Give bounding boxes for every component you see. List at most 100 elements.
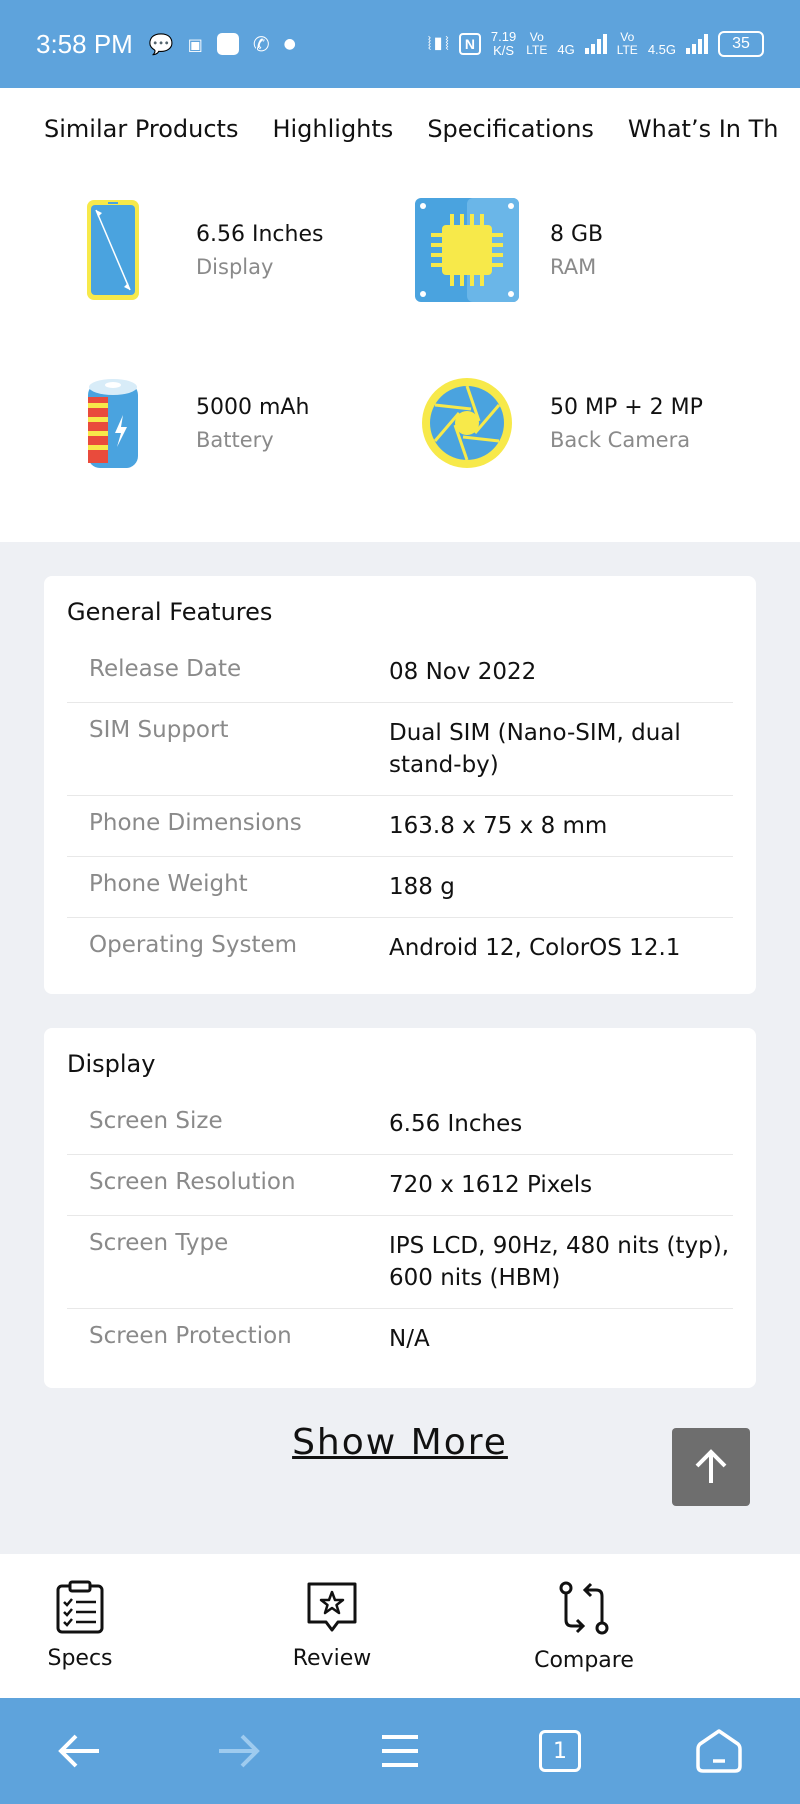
show-more-link[interactable]: Show More — [292, 1422, 508, 1463]
spec-value: IPS LCD, 90Hz, 480 nits (typ), 600 nits … — [389, 1233, 730, 1291]
spec-value: Dual SIM (Nano-SIM, dual stand-by) — [389, 720, 681, 778]
dot-icon: ● — [283, 36, 296, 52]
menu-button[interactable] — [375, 1726, 425, 1776]
spec-value: Android 12, ColorOS 12.1 — [389, 935, 681, 961]
camera-aperture-icon — [412, 368, 522, 478]
sim1-bottom: LTE — [526, 43, 548, 57]
table-row: Operating System Android 12, ColorOS 12.… — [67, 918, 733, 978]
spec-value: 6.56 Inches — [389, 1111, 523, 1137]
display-card: Display Screen Size 6.56 Inches Screen R… — [44, 1028, 756, 1388]
square-app-icon — [216, 33, 239, 55]
chat-icon: 💬 — [148, 32, 174, 56]
sim1-label: Vo LTE — [526, 31, 547, 57]
spec-key: Release Date — [89, 656, 242, 682]
bottom-tab-specs[interactable]: Specs — [10, 1580, 150, 1671]
signal-bars-1-icon — [584, 34, 607, 54]
highlight-label: Battery — [196, 427, 274, 452]
home-button[interactable] — [694, 1726, 744, 1776]
highlight-label: Display — [196, 254, 274, 279]
highlight-display: 6.56 Inches Display — [58, 195, 323, 305]
app-notification-icon: ▣ — [187, 34, 203, 54]
status-time: 3:58 PM — [36, 28, 133, 59]
bottom-tab-label: Review — [292, 1646, 372, 1671]
ram-chip-icon — [412, 195, 522, 305]
spec-value: 163.8 x 75 x 8 mm — [389, 813, 608, 839]
spec-value: 08 Nov 2022 — [389, 659, 537, 685]
back-button[interactable] — [54, 1726, 104, 1776]
forward-button[interactable] — [214, 1726, 264, 1776]
bottom-tab-label: Compare — [534, 1648, 634, 1673]
compare-arrows-icon — [559, 1581, 609, 1635]
status-right: ⦚▮⦚ N 7.19 K/S Vo LTE 4G Vo LTE 4.5G 35 — [428, 30, 764, 58]
tab-similar-products[interactable]: Similar Products — [44, 115, 238, 143]
highlight-battery: 5000 mAh Battery — [58, 368, 309, 478]
tab-count-icon: 1 — [539, 1730, 581, 1772]
spec-key: Operating System — [89, 932, 298, 958]
highlight-ram: 8 GB RAM — [412, 195, 603, 305]
sim2-gen: 4.5G — [647, 42, 676, 57]
card-title: General Features — [67, 598, 273, 626]
arrow-right-icon — [219, 1734, 260, 1768]
spec-key: Phone Weight — [89, 871, 248, 897]
browser-nav-bar: 1 — [0, 1698, 800, 1804]
battery-indicator: 35 — [718, 31, 764, 57]
bottom-tab-label: Specs — [47, 1646, 113, 1671]
bottom-tab-review[interactable]: Review — [262, 1580, 402, 1671]
tabs-button[interactable]: 1 — [535, 1726, 585, 1776]
spec-value: N/A — [389, 1326, 430, 1352]
table-row: Screen Protection N/A — [67, 1309, 733, 1369]
speed-unit: K/S — [493, 43, 515, 58]
table-row: Screen Size 6.56 Inches — [67, 1094, 733, 1155]
table-row: Phone Dimensions 163.8 x 75 x 8 mm — [67, 796, 733, 857]
sim2-label: Vo LTE — [617, 31, 638, 57]
arrow-up-icon — [695, 1449, 727, 1483]
spec-key: SIM Support — [89, 717, 229, 743]
bottom-tab-compare[interactable]: Compare — [514, 1580, 654, 1673]
spec-value: 188 g — [389, 874, 455, 900]
highlights-panel: 6.56 Inches Display 8 GB RAM 5000 mAh Ba… — [0, 170, 800, 542]
highlight-camera: 50 MP + 2 MP Back Camera — [412, 368, 703, 478]
nfc-icon: N — [458, 33, 481, 55]
highlight-label: RAM — [550, 254, 597, 279]
star-message-icon — [307, 1582, 357, 1632]
highlight-value: 6.56 Inches — [196, 221, 324, 247]
highlight-value: 50 MP + 2 MP — [550, 394, 703, 420]
tab-count: 1 — [553, 1738, 567, 1764]
tab-specifications[interactable]: Specifications — [427, 115, 594, 143]
battery-icon — [58, 368, 168, 478]
vibrate-icon: ⦚▮⦚ — [427, 33, 449, 54]
phone-display-icon — [58, 195, 168, 305]
table-row: Release Date 08 Nov 2022 — [67, 642, 733, 703]
table-row: Screen Type IPS LCD, 90Hz, 480 nits (typ… — [67, 1216, 733, 1309]
spec-key: Phone Dimensions — [89, 810, 302, 836]
sim1-gen: 4G — [557, 42, 575, 57]
highlight-value: 8 GB — [550, 221, 604, 247]
highlight-value: 5000 mAh — [196, 394, 310, 420]
battery-level: 35 — [732, 35, 750, 52]
spec-key: Screen Type — [89, 1230, 229, 1256]
spec-key: Screen Size — [89, 1108, 223, 1134]
tab-highlights[interactable]: Highlights — [272, 115, 393, 143]
sim2-bottom: LTE — [616, 43, 638, 57]
home-icon — [696, 1729, 742, 1773]
arrow-left-icon — [58, 1734, 99, 1768]
speed-value: 7.19 — [490, 29, 517, 44]
table-row: SIM Support Dual SIM (Nano-SIM, dual sta… — [67, 703, 733, 796]
spec-key: Screen Resolution — [89, 1169, 296, 1195]
status-bar: 3:58 PM 💬 ▣ ✆ ● ⦚▮⦚ N 7.19 K/S Vo LTE 4G… — [0, 0, 800, 88]
highlight-label: Back Camera — [550, 427, 691, 452]
clipboard-checklist-icon — [56, 1580, 104, 1634]
general-features-card: General Features Release Date 08 Nov 202… — [44, 576, 756, 994]
spec-value: 720 x 1612 Pixels — [389, 1172, 593, 1198]
phone-call-icon: ✆ — [252, 32, 270, 56]
signal-bars-2-icon — [686, 34, 708, 54]
section-tabs: Similar Products Highlights Specificatio… — [0, 88, 800, 170]
network-speed: 7.19 K/S — [491, 30, 516, 58]
notification-icons: 💬 ▣ ✆ ● — [149, 32, 296, 56]
hamburger-menu-icon — [382, 1735, 418, 1767]
card-title: Display — [67, 1050, 156, 1078]
tab-whats-in-the-box[interactable]: What’s In Th — [628, 115, 779, 143]
spec-key: Screen Protection — [89, 1323, 292, 1349]
scroll-to-top-button[interactable] — [672, 1428, 750, 1506]
bottom-tab-bar: Specs Review Compare — [0, 1554, 800, 1698]
